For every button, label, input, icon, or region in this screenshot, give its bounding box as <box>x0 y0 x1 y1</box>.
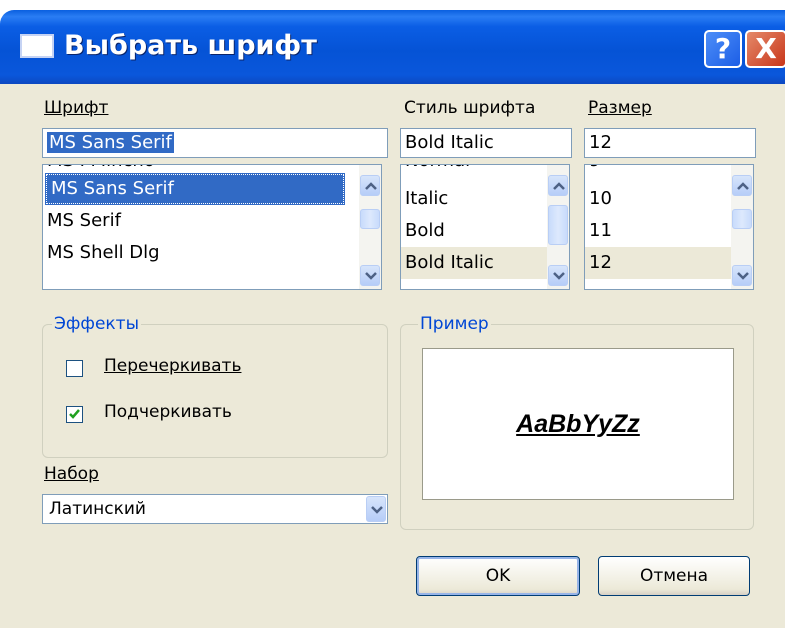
list-item[interactable]: MS Shell Dlg <box>47 237 160 269</box>
dialog-body: Шрифт MS Sans Serif MS PMincho MS Sans S… <box>0 84 785 628</box>
scroll-thumb[interactable] <box>732 209 752 229</box>
dropdown-button[interactable] <box>366 496 386 522</box>
size-input-value: 12 <box>589 132 612 153</box>
scroll-up-icon <box>737 182 749 190</box>
underline-label[interactable]: Подчеркивать <box>104 402 232 422</box>
list-item[interactable]: 9 <box>589 165 600 177</box>
scroll-down-icon <box>737 272 749 280</box>
scroll-down-icon <box>365 272 377 280</box>
size-label: Размер <box>588 98 652 118</box>
script-select-value: Латинский <box>49 499 146 519</box>
sample-group-label: Пример <box>418 314 491 334</box>
close-icon: X <box>755 32 777 65</box>
sample-preview: AaBbYyZz <box>422 348 734 500</box>
window-title: Выбрать шрифт <box>64 30 317 61</box>
ok-button[interactable]: OK <box>416 556 580 596</box>
list-item[interactable]: MS Serif <box>47 205 121 237</box>
list-item[interactable]: Normal <box>405 165 470 177</box>
title-bar[interactable]: Выбрать шрифт ? X <box>0 10 785 84</box>
script-select[interactable]: Латинский <box>42 494 388 524</box>
style-input[interactable]: Bold Italic <box>400 128 572 158</box>
sample-text: AaBbYyZz <box>516 409 640 438</box>
scroll-up-button[interactable] <box>360 175 380 196</box>
size-input[interactable]: 12 <box>584 128 756 158</box>
dropdown-arrow-icon <box>371 506 383 514</box>
style-scrollbar[interactable] <box>547 165 569 289</box>
window-icon <box>20 34 54 58</box>
effects-group-label: Эффекты <box>52 314 141 334</box>
style-list[interactable]: Normal Italic Bold Bold Italic <box>400 164 570 290</box>
font-label: Шрифт <box>44 98 109 118</box>
scroll-up-button[interactable] <box>548 175 568 196</box>
scroll-down-button[interactable] <box>548 265 568 286</box>
underline-checkbox[interactable] <box>66 406 83 423</box>
scroll-down-icon <box>553 272 565 280</box>
font-dialog: Выбрать шрифт ? X Шрифт MS Sans Serif MS… <box>0 0 785 628</box>
style-label: Стиль шрифта <box>404 98 536 118</box>
style-input-value: Bold Italic <box>405 132 494 153</box>
close-button[interactable]: X <box>745 30 785 68</box>
scroll-thumb[interactable] <box>548 205 568 245</box>
font-list[interactable]: MS PMincho MS Sans Serif MS Serif MS She… <box>42 164 382 290</box>
list-item-selected[interactable]: 12 <box>585 247 733 279</box>
scroll-thumb[interactable] <box>360 209 380 229</box>
script-label: Набор <box>44 464 99 484</box>
list-item-selected[interactable]: Bold Italic <box>401 247 549 279</box>
list-item-selected[interactable]: MS Sans Serif <box>45 173 345 205</box>
font-input[interactable]: MS Sans Serif <box>42 128 388 158</box>
list-item[interactable]: 10 <box>589 183 612 215</box>
effects-group <box>42 324 388 458</box>
scroll-up-icon <box>365 182 377 190</box>
scroll-down-button[interactable] <box>360 265 380 286</box>
help-icon: ? <box>714 32 732 65</box>
strikeout-label[interactable]: Перечеркивать <box>104 356 241 376</box>
scroll-down-button[interactable] <box>732 265 752 286</box>
font-scrollbar[interactable] <box>359 165 381 289</box>
list-item[interactable]: Bold <box>405 215 445 247</box>
size-list[interactable]: 9 10 11 12 <box>584 164 754 290</box>
help-button[interactable]: ? <box>704 30 742 68</box>
scroll-up-icon <box>553 182 565 190</box>
cancel-button[interactable]: Отмена <box>598 556 750 596</box>
checkmark-icon <box>69 409 80 419</box>
list-item[interactable]: 11 <box>589 215 612 247</box>
size-scrollbar[interactable] <box>731 165 753 289</box>
scroll-up-button[interactable] <box>732 175 752 196</box>
strikeout-checkbox[interactable] <box>66 360 83 377</box>
font-input-value: MS Sans Serif <box>47 132 174 153</box>
list-item[interactable]: Italic <box>405 183 448 215</box>
